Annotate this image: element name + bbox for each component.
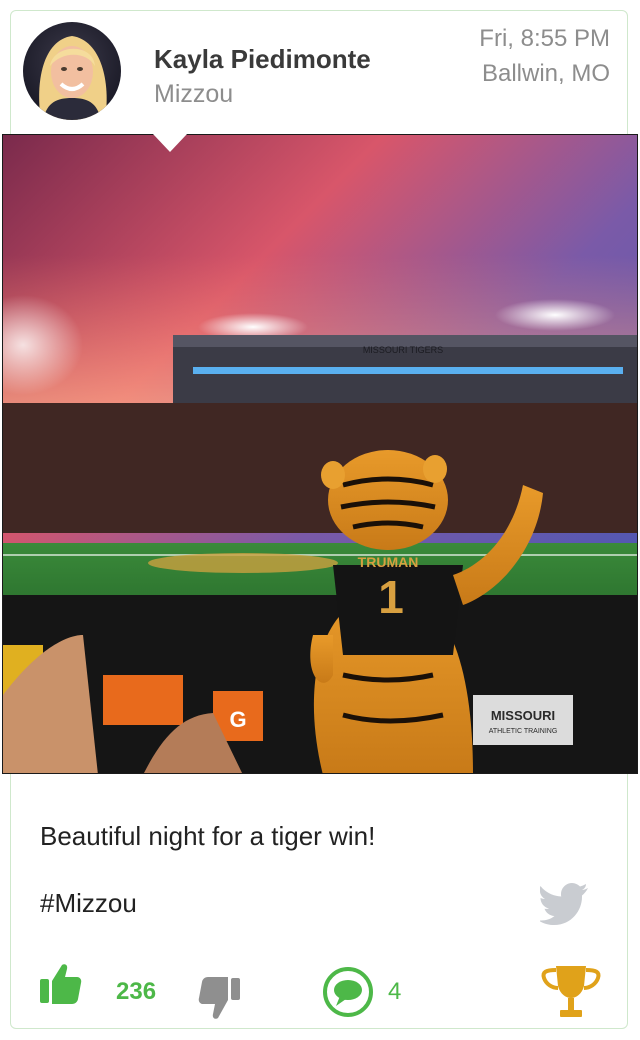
jersey-name: TRUMAN xyxy=(358,554,419,570)
jersey-number: 1 xyxy=(378,571,404,623)
user-name[interactable]: Kayla Piedimonte xyxy=(154,44,371,75)
comment-icon[interactable] xyxy=(322,966,374,1018)
cooler-letter: G xyxy=(229,707,246,732)
stadium-banner: MISSOURI TIGERS xyxy=(363,345,443,355)
sign-line2: ATHLETIC TRAINING xyxy=(489,728,558,735)
trophy-icon[interactable] xyxy=(540,964,602,1020)
comment-count: 4 xyxy=(388,978,402,1005)
sign-line1: MISSOURI xyxy=(491,708,555,723)
post-time: Fri, 8:55 PM xyxy=(479,25,610,52)
thumbs-up-icon[interactable] xyxy=(38,961,82,1005)
post-caption: Beautiful night for a tiger win! xyxy=(40,821,376,851)
post-hashtag[interactable]: #Mizzou xyxy=(40,888,137,919)
like-count: 236 xyxy=(116,978,157,1005)
header-pointer xyxy=(153,134,187,152)
user-school: Mizzou xyxy=(154,80,234,108)
twitter-icon[interactable] xyxy=(538,882,590,926)
thumbs-down-icon[interactable] xyxy=(198,976,242,1022)
post-location: Ballwin, MO xyxy=(481,60,610,87)
user-avatar[interactable] xyxy=(23,22,121,120)
post-photo[interactable]: MISSOURI TIGERS G MISSOURI ATHLETIC TRAI… xyxy=(2,134,638,774)
